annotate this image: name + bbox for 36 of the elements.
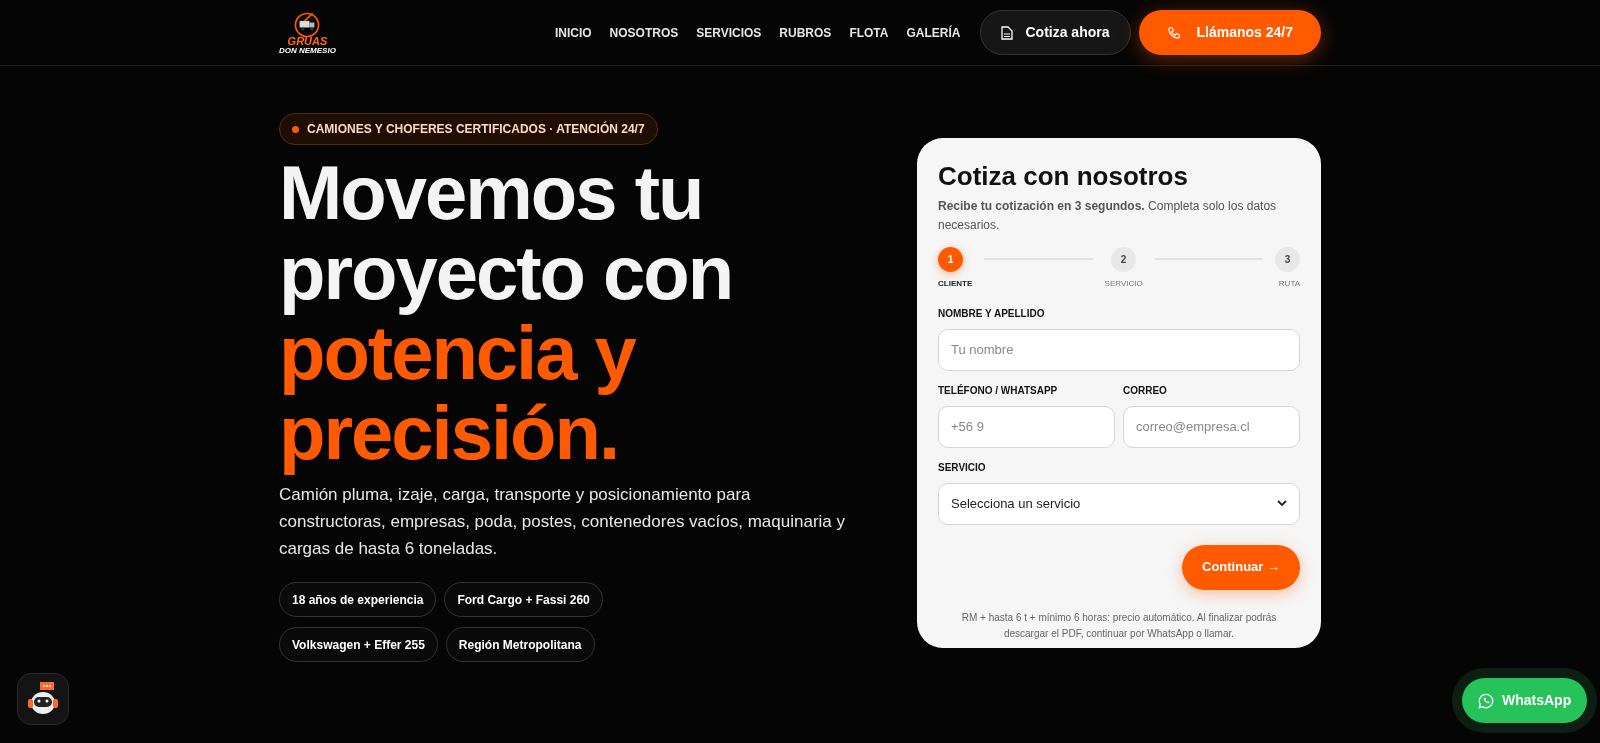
service-select[interactable]: Selecciona un servicio [938, 482, 1300, 525]
feature-chip: 18 años de experiencia [279, 582, 437, 617]
truck-logo-icon [294, 10, 321, 39]
field-label: TELÉFONO / WHATSAPP [938, 383, 1059, 398]
nav-link[interactable]: GALERÍA [906, 23, 961, 42]
whatsapp-icon [1478, 692, 1494, 709]
step-label: RUTA [1278, 277, 1300, 290]
hero-heading: Movemos tu proyecto con potencia y precisión. [279, 153, 734, 473]
phone-field[interactable]: +56 9 [938, 405, 1115, 448]
step-label: SERVICIO [1104, 277, 1143, 290]
chatbot-button[interactable] [17, 673, 69, 725]
nav-link[interactable]: SERVICIOS [696, 23, 762, 42]
logo-text: GRUAS [287, 35, 328, 47]
field-label: CORREO [1123, 383, 1168, 398]
feature-chip: Región Metropolitana [445, 627, 595, 662]
step-label: CLIENTE [938, 277, 973, 290]
nav-link[interactable]: FLOTA [849, 23, 889, 42]
feature-chip: Volkswagen + Effer 255 [279, 627, 438, 662]
form-note: RM + hasta 6 t + mínimo 6 horas: precio automático. Al finalizar podrás descargar el PDF, continuar por WhatsApp o llamar. [960, 610, 1278, 641]
phone-icon [1166, 25, 1181, 40]
field-label: NOMBRE Y APELLIDO [938, 306, 1046, 321]
name-field[interactable]: Tu nombre [938, 328, 1300, 371]
form-subtitle: Recibe tu cotización en 3 segundos. Completa solo los datos necesarios. [938, 197, 1278, 234]
document-icon [1001, 25, 1014, 40]
hero-description: Camión pluma, izaje, carga, transporte y posicionamiento para constructoras, empresas, poda, postes, contenedores vacíos, maquinaria y cargas de hasta 6 toneladas. [279, 484, 847, 560]
form-title: Cotiza con nosotros [938, 160, 1189, 193]
nav-link[interactable]: INICIO [554, 23, 592, 42]
badge-text: CAMIONES Y CHOFERES CERTIFICADOS · ATENCIÓN 24/7 [307, 120, 645, 138]
feature-chip: Ford Cargo + Fassi 260 [444, 582, 603, 617]
nav-link[interactable]: RUBROS [779, 23, 832, 42]
field-label: SERVICIO [938, 460, 987, 475]
nav-link[interactable]: NOSOTROS [609, 23, 679, 42]
email-field[interactable]: correo@empresa.cl [1123, 405, 1300, 448]
chevron-down-icon [1277, 500, 1287, 507]
logo-subtext: DON NEMESIO [279, 46, 336, 55]
quote-button[interactable]: Cotiza ahora [980, 10, 1131, 55]
